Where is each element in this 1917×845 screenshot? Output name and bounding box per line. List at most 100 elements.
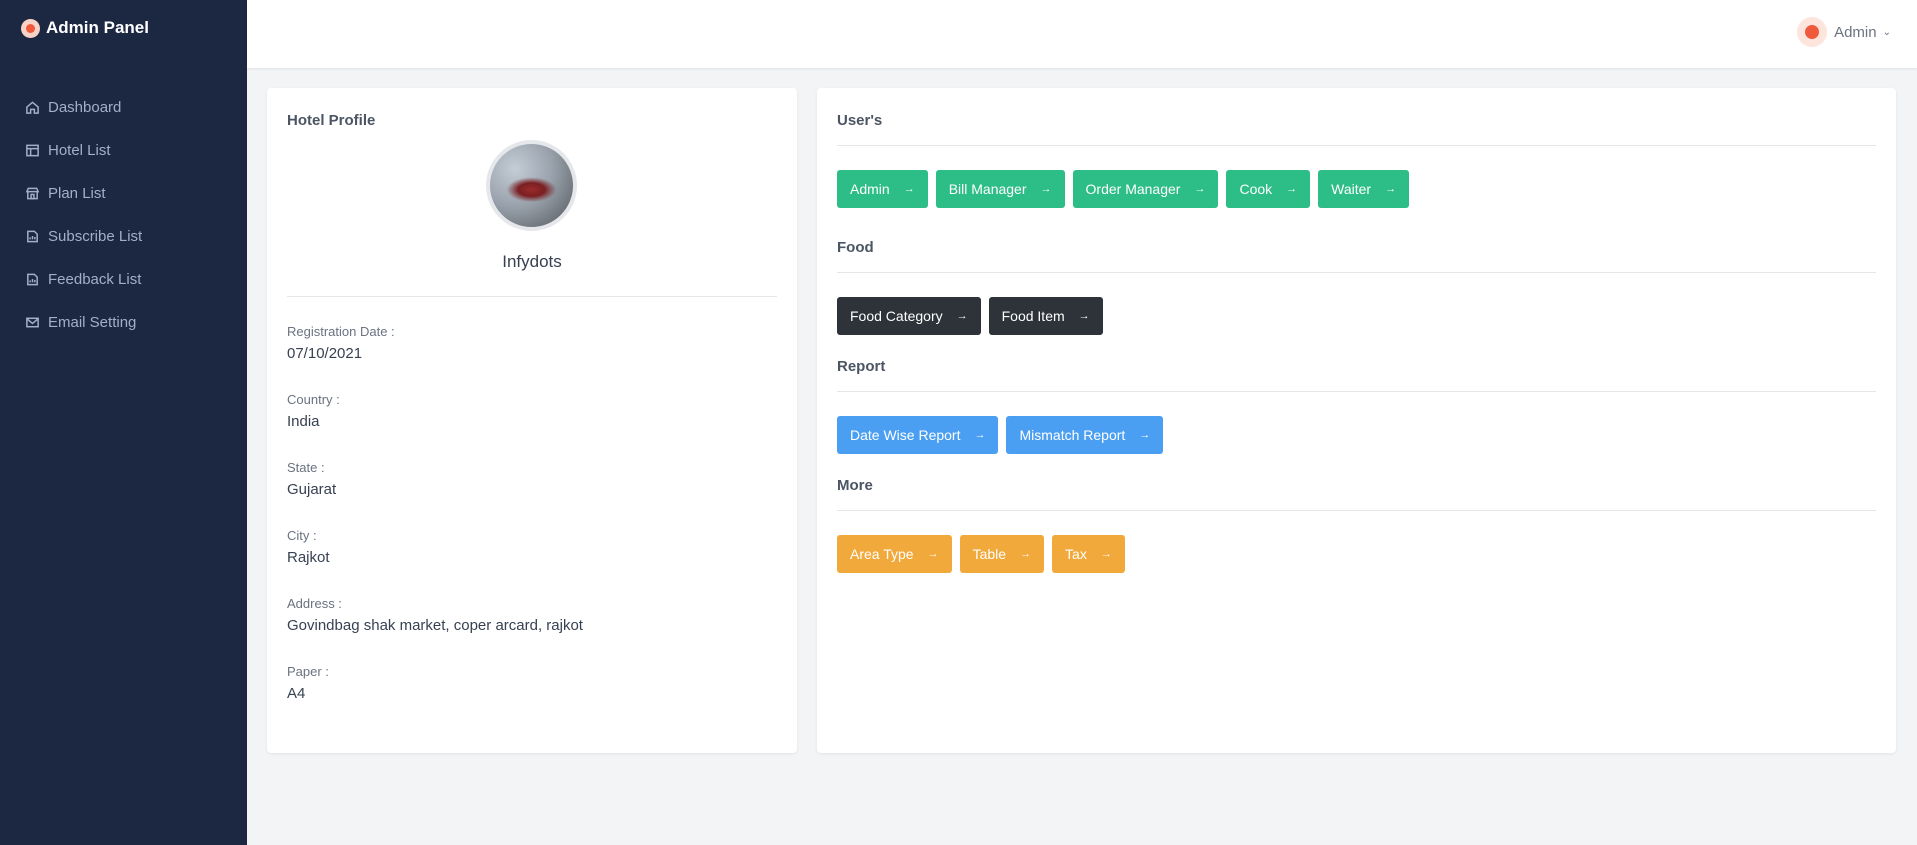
field-country: Country : India [287, 392, 583, 460]
section-title: Food [837, 239, 874, 256]
sidebar-item-plan-list[interactable]: Plan List [0, 172, 247, 215]
profile-fields: Registration Date : 07/10/2021 Country :… [287, 324, 583, 732]
sidebar-item-hotel-list[interactable]: Hotel List [0, 129, 247, 172]
field-value: 07/10/2021 [287, 345, 363, 362]
store-icon [25, 186, 40, 201]
food-item-button[interactable]: Food Item → [988, 297, 1103, 335]
mismatch-report-button[interactable]: Mismatch Report → [1006, 416, 1164, 454]
arrow-right-icon: → [1194, 183, 1206, 195]
food-section: Food Food Category → Food Item → [837, 239, 1876, 335]
divider [837, 510, 1876, 511]
arrow-right-icon: → [1040, 183, 1052, 195]
sidebar-item-label: Subscribe List [48, 228, 143, 245]
field-label: Country : [287, 392, 340, 407]
sidebar-item-subscribe-list[interactable]: Subscribe List [0, 215, 247, 258]
button-label: Cook [1239, 181, 1273, 197]
user-menu[interactable]: Admin ⌄ [1797, 17, 1891, 47]
divider [287, 296, 777, 297]
button-label: Food Item [1001, 308, 1065, 324]
field-address: Address : Govindbag shak market, coper a… [287, 596, 583, 664]
button-label: Bill Manager [948, 181, 1027, 197]
hotel-photo [486, 140, 577, 231]
cook-button[interactable]: Cook → [1226, 170, 1311, 208]
field-paper: Paper : A4 [287, 664, 583, 732]
brand-title: Admin Panel [46, 18, 149, 37]
button-label: Admin [850, 181, 890, 197]
button-label: Date Wise Report [850, 427, 961, 443]
user-name: Admin [1834, 23, 1877, 41]
brand[interactable]: Admin Panel [0, 0, 247, 56]
field-label: State : [287, 460, 325, 475]
area-type-button[interactable]: Area Type → [837, 535, 952, 573]
sidebar-item-email-setting[interactable]: Email Setting [0, 301, 247, 344]
report-section: Report Date Wise Report → Mismatch Report… [837, 358, 1876, 454]
arrow-right-icon: → [1020, 548, 1032, 560]
bill-manager-button[interactable]: Bill Manager → [935, 170, 1065, 208]
users-section: User's Admin → Bill Manager → Order Manage… [837, 112, 1876, 208]
arrow-right-icon: → [1100, 548, 1112, 560]
field-value: India [287, 413, 320, 430]
field-label: Paper : [287, 664, 329, 679]
field-state: State : Gujarat [287, 460, 583, 528]
profile-title: Hotel Profile [287, 112, 376, 129]
sidebar: Admin Panel Dashboard Hotel List Plan Li… [0, 0, 247, 845]
arrow-right-icon: → [974, 429, 986, 441]
arrow-right-icon: → [927, 548, 939, 560]
field-value: A4 [287, 685, 306, 702]
button-label: Order Manager [1085, 181, 1181, 197]
sidebar-item-feedback-list[interactable]: Feedback List [0, 258, 247, 301]
tax-button[interactable]: Tax → [1052, 535, 1125, 573]
sidebar-item-label: Email Setting [48, 314, 137, 331]
field-label: Address : [287, 596, 342, 611]
button-label: Area Type [850, 546, 914, 562]
brand-logo-icon [21, 18, 40, 38]
divider [837, 145, 1876, 146]
sidebar-nav: Dashboard Hotel List Plan List Subscribe… [0, 86, 247, 344]
chevron-down-icon: ⌄ [1882, 26, 1891, 38]
table-button[interactable]: Table → [959, 535, 1045, 573]
field-label: Registration Date : [287, 324, 395, 339]
divider [837, 272, 1876, 273]
arrow-right-icon: → [1286, 183, 1298, 195]
sidebar-item-label: Plan List [48, 185, 106, 202]
date-wise-report-button[interactable]: Date Wise Report → [837, 416, 999, 454]
report-icon [25, 272, 40, 287]
order-manager-button[interactable]: Order Manager → [1072, 170, 1219, 208]
arrow-right-icon: → [1385, 183, 1397, 195]
top-bar: Admin ⌄ [247, 0, 1917, 68]
hotel-name: Infydots [502, 252, 562, 271]
button-label: Tax [1065, 546, 1087, 562]
divider [837, 391, 1876, 392]
quick-links-card: User's Admin → Bill Manager → Order Manage… [817, 88, 1896, 753]
section-title: More [837, 477, 873, 494]
arrow-right-icon: → [1078, 310, 1090, 322]
field-registration-date: Registration Date : 07/10/2021 [287, 324, 583, 392]
hotel-profile-card: Hotel Profile Infydots Registration Date… [267, 88, 797, 753]
field-value: Rajkot [287, 549, 330, 566]
sidebar-item-label: Dashboard [48, 99, 122, 116]
mail-icon [25, 315, 40, 330]
sidebar-item-label: Feedback List [48, 271, 142, 288]
arrow-right-icon: → [956, 310, 968, 322]
sidebar-item-label: Hotel List [48, 142, 111, 159]
admin-button[interactable]: Admin → [837, 170, 928, 208]
sidebar-item-dashboard[interactable]: Dashboard [0, 86, 247, 129]
field-city: City : Rajkot [287, 528, 583, 596]
food-category-button[interactable]: Food Category → [837, 297, 981, 335]
section-title: User's [837, 112, 883, 129]
waiter-button[interactable]: Waiter → [1318, 170, 1410, 208]
table-icon [25, 143, 40, 158]
avatar [1797, 17, 1828, 47]
home-icon [25, 100, 40, 115]
report-icon [25, 229, 40, 244]
field-value: Govindbag shak market, coper arcard, raj… [287, 617, 583, 634]
button-label: Food Category [850, 308, 943, 324]
field-label: City : [287, 528, 317, 543]
section-title: Report [837, 358, 886, 375]
arrow-right-icon: → [903, 183, 915, 195]
arrow-right-icon: → [1139, 429, 1151, 441]
button-label: Mismatch Report [1019, 427, 1126, 443]
button-label: Waiter [1331, 181, 1372, 197]
field-value: Gujarat [287, 481, 337, 498]
button-label: Table [972, 546, 1007, 562]
